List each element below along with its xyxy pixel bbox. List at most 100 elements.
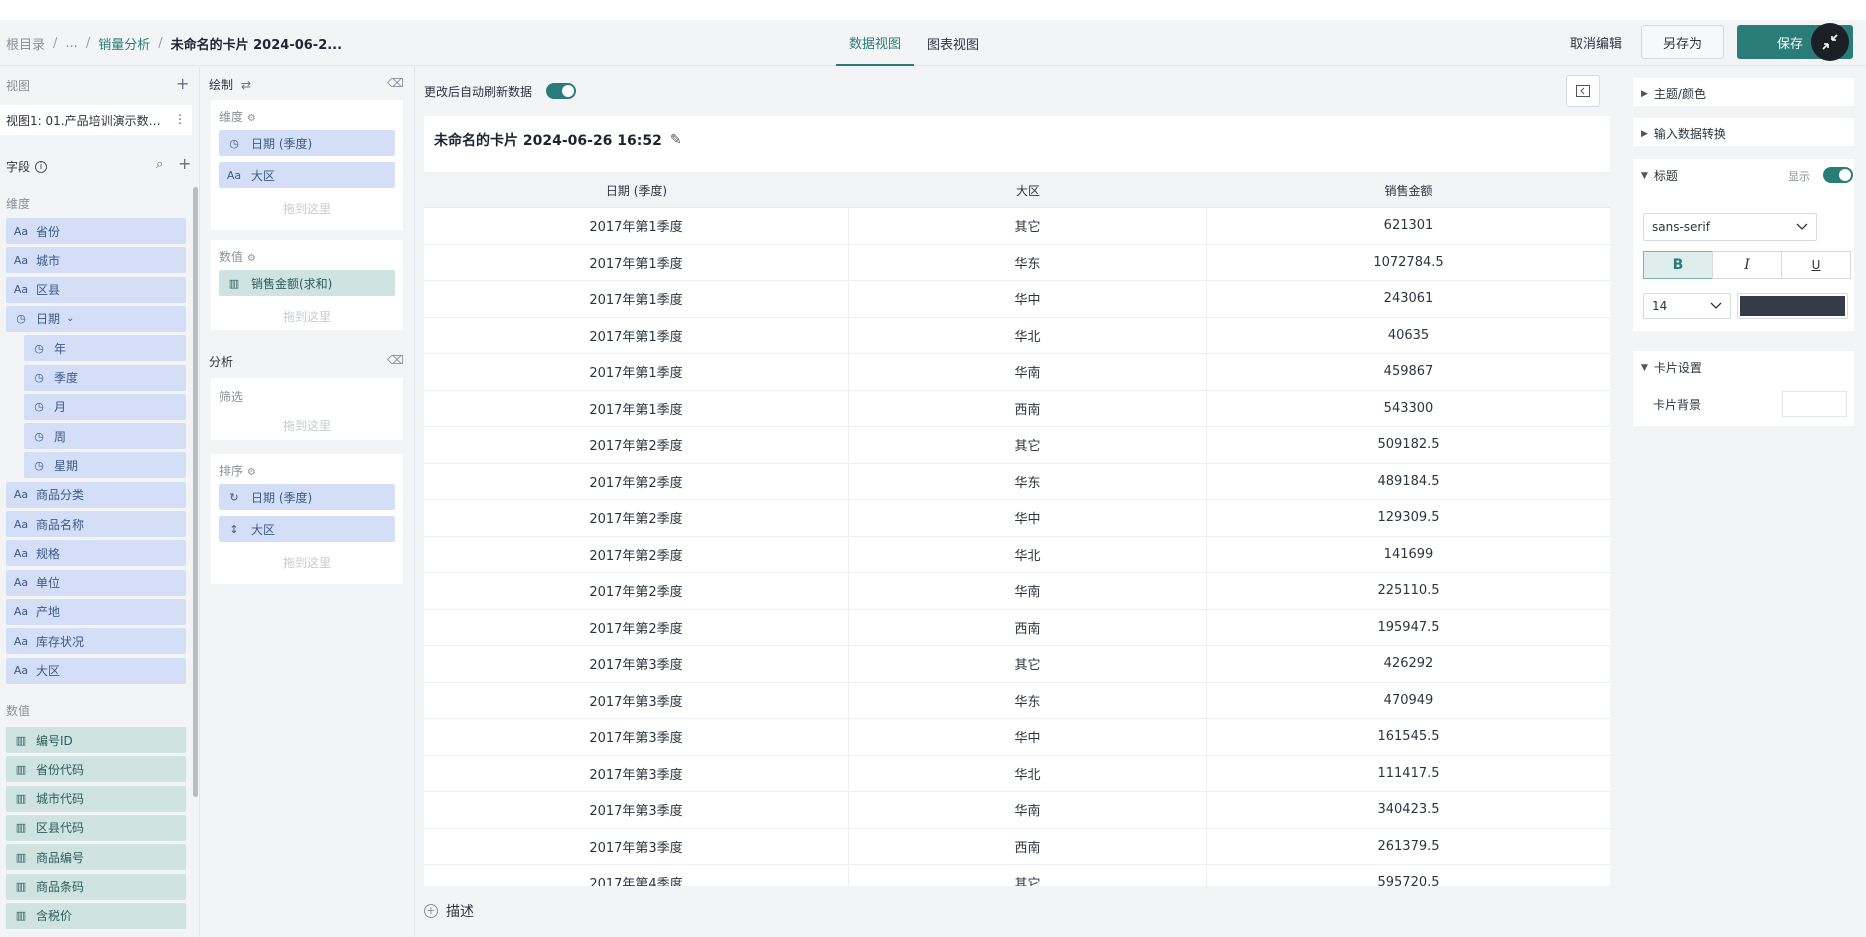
text-type-icon: Aa [13, 664, 29, 677]
text-type-icon: Aa [13, 605, 29, 619]
dimension-card-title: 维度 ⚙ [219, 110, 256, 124]
dimension-field[interactable]: ◷ 季度 [24, 364, 186, 391]
breadcrumb-separator: / [53, 35, 58, 51]
top-strip [0, 0, 1866, 20]
dimension-field[interactable]: Aa 大区 [6, 657, 186, 684]
sort-custom-icon: ↻ [229, 490, 239, 504]
transform-section[interactable]: ▶ 输入数据转换 [1633, 118, 1854, 146]
dimension-field[interactable]: ◷ 年 [24, 335, 186, 362]
collapse-panel-icon[interactable] [1566, 75, 1600, 107]
more-icon[interactable]: ⋮ [174, 112, 186, 126]
card-content: 未命名的卡片 2024-06-26 16:52 ✎ 日期 (季度) 大区 销售金… [424, 116, 1610, 886]
table-cell: 2017年第3季度 [424, 719, 849, 755]
dimension-field[interactable]: Aa 单位 [6, 569, 186, 596]
table-cell: 华中 [849, 500, 1207, 536]
dimension-field[interactable]: Aa 省份 [6, 218, 186, 244]
measure-field[interactable]: ▥ 商品条码 [6, 873, 186, 900]
title-show-toggle[interactable] [1823, 167, 1853, 183]
swap-icon[interactable]: ⇄ [241, 78, 251, 92]
bold-button[interactable]: B [1643, 251, 1713, 279]
drop-hint[interactable]: 拖到这里 [211, 308, 403, 325]
cancel-edit-button[interactable]: 取消编辑 [1558, 25, 1634, 59]
table-cell: 华东 [849, 463, 1207, 499]
field-label: 商品编号 [36, 850, 85, 865]
dimension-field[interactable]: Aa 产地 [6, 598, 186, 625]
measure-field[interactable]: ▥ 含税价 [6, 902, 186, 929]
search-icon[interactable]: ⌕ [156, 157, 163, 172]
table-cell: 2017年第2季度 [424, 609, 849, 645]
title-color-picker[interactable] [1737, 293, 1848, 319]
collapse-icon[interactable] [1811, 23, 1849, 61]
field-label: 库存状况 [36, 634, 85, 649]
view-item[interactable]: 视图1: 01.产品培训演示数… ⋮ [0, 105, 192, 135]
breadcrumb: 根目录 / ... / 销量分析 / 未命名的卡片 2024-06-2... [6, 20, 342, 66]
font-size-select[interactable]: 14 [1643, 293, 1731, 319]
breadcrumb-ellipsis[interactable]: ... [65, 36, 77, 51]
italic-button[interactable]: I [1712, 251, 1782, 279]
add-description[interactable]: + 描述 [424, 901, 474, 921]
add-view-icon[interactable]: + [176, 76, 189, 92]
column-header-region[interactable]: 大区 [849, 172, 1207, 208]
measure-field[interactable]: ▥ 省份代码 [6, 756, 186, 783]
field-label: 编号ID [36, 733, 73, 748]
measure-field[interactable]: ▥ 商品编号 [6, 844, 186, 871]
field-label: 大区 [36, 664, 61, 678]
text-type-icon: Aa [226, 168, 242, 182]
tab-data-view[interactable]: 数据视图 [836, 20, 915, 66]
caret-right-icon: ▶ [1641, 88, 1648, 99]
info-icon[interactable]: i [35, 160, 48, 173]
sort-pill-region[interactable]: ↕ 大区 [219, 516, 395, 542]
column-header-date[interactable]: 日期 (季度) [424, 172, 849, 208]
card-settings-header[interactable]: ▼ 卡片设置 [1641, 359, 1702, 376]
dimension-field[interactable]: Aa 商品分类 [6, 481, 186, 508]
measure-field[interactable]: ▥ 编号ID [6, 727, 186, 753]
breadcrumb-folder[interactable]: 销量分析 [98, 34, 150, 53]
dimension-field[interactable]: Aa 规格 [6, 540, 186, 567]
column-header-sales[interactable]: 销售金额 [1207, 172, 1610, 208]
dimension-field[interactable]: Aa 区县 [6, 276, 186, 303]
dimension-field[interactable]: Aa 库存状况 [6, 628, 186, 655]
table-cell: 华东 [849, 244, 1207, 280]
edit-icon[interactable]: ✎ [670, 132, 682, 148]
chevron-down-icon [1710, 299, 1722, 314]
measure-pill-sales[interactable]: ▥ 销售金额(求和) [219, 270, 395, 296]
field-label: 季度 [54, 371, 79, 385]
dimension-field[interactable]: Aa 商品名称 [6, 511, 186, 537]
font-family-value: sans-serif [1652, 220, 1710, 234]
card-bg-color-picker[interactable] [1782, 391, 1847, 417]
breadcrumb-root[interactable]: 根目录 [6, 34, 45, 53]
chevron-down-icon[interactable]: ⌄ [66, 313, 74, 324]
drop-hint[interactable]: 拖到这里 [211, 417, 403, 434]
font-family-select[interactable]: sans-serif [1643, 213, 1817, 241]
sort-pill-date[interactable]: ↻ 日期 (季度) [219, 484, 395, 510]
auto-refresh-toggle[interactable] [546, 83, 576, 99]
clear-icon[interactable]: ⌫ [387, 353, 404, 367]
tab-chart-view[interactable]: 图表视图 [914, 20, 992, 66]
dimension-pill-region[interactable]: Aa 大区 [219, 162, 395, 188]
field-label: 省份代码 [36, 762, 85, 777]
fields-scrollbar[interactable] [193, 187, 198, 797]
measure-field[interactable]: ▥ 区县代码 [6, 814, 186, 841]
dimension-field[interactable]: ◷ 周 [24, 423, 186, 450]
measure-field[interactable]: ▥ 城市代码 [6, 785, 186, 812]
theme-section[interactable]: ▶ 主题/颜色 [1633, 78, 1854, 106]
dimension-field[interactable]: Aa 城市 [6, 247, 186, 274]
drop-hint[interactable]: 拖到这里 [211, 554, 403, 571]
underline-button[interactable]: U [1781, 251, 1851, 279]
bar-chart-icon: ▥ [15, 909, 27, 923]
dimension-field[interactable]: ◷ 星期 [24, 452, 186, 479]
date-type-icon: ◷ [229, 136, 239, 150]
dimension-field[interactable]: ◷ 日期 ⌄ [6, 305, 186, 332]
save-as-button[interactable]: 另存为 [1641, 25, 1724, 59]
dimension-field[interactable]: ◷ 月 [24, 393, 186, 420]
table-body: 2017年第1季度 其它 621301 2017年第1季度 华东 1072784.5 201… [424, 208, 1610, 886]
bar-chart-icon: ▥ [228, 276, 240, 290]
title-header[interactable]: ▼ 标题 [1641, 167, 1678, 184]
dimension-pill-date[interactable]: ◷ 日期 (季度) [219, 130, 395, 156]
caret-right-icon: ▶ [1641, 128, 1648, 139]
drop-hint[interactable]: 拖到这里 [211, 200, 403, 217]
field-label: 商品条码 [36, 880, 85, 894]
add-field-icon[interactable]: + [178, 156, 191, 172]
bar-chart-icon: ▥ [15, 880, 27, 893]
clear-icon[interactable]: ⌫ [387, 76, 404, 90]
